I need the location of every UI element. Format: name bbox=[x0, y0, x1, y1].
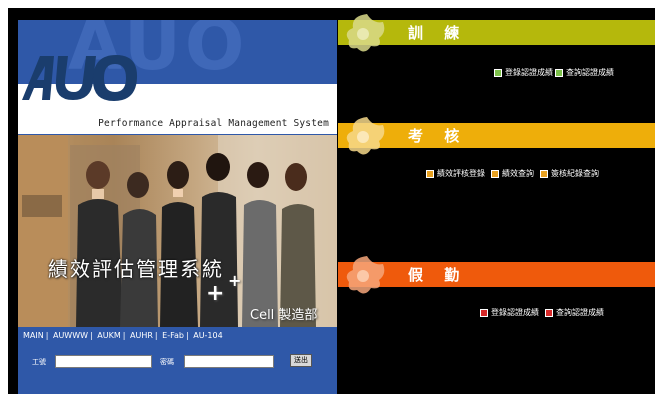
page-frame: AUO Performance Appraisal Management Sys… bbox=[8, 8, 655, 394]
plus-decoration-small: + bbox=[228, 271, 242, 290]
login-form: 工號 密碼 送出 bbox=[18, 354, 337, 375]
link-label: 績效評核登錄 bbox=[437, 169, 485, 178]
hero-department: Cell 製造部 bbox=[250, 308, 318, 323]
link-signoff-record[interactable]: 簽核紀錄查詢 bbox=[540, 168, 599, 179]
link-label: 查詢認證成績 bbox=[566, 68, 614, 77]
hero-photo: 績效評估管理系統 + + Cell 製造部 bbox=[18, 135, 337, 327]
auo-logo bbox=[22, 55, 138, 101]
user-id-input[interactable] bbox=[55, 355, 152, 368]
section-attendance: 假 勤 bbox=[338, 256, 655, 294]
bullet-icon bbox=[480, 308, 488, 317]
appraisal-links: 績效評核登錄 績效查詢 簽核紀錄查詢 bbox=[420, 168, 599, 180]
section-appraisal: 考 核 bbox=[338, 117, 655, 155]
bullet-icon bbox=[494, 68, 502, 77]
link-label: 查詢認證成績 bbox=[556, 308, 604, 317]
link-query-cert[interactable]: 查詢認證成績 bbox=[555, 67, 614, 78]
link-aukm[interactable]: AUKM bbox=[97, 331, 120, 340]
submit-button[interactable]: 送出 bbox=[290, 354, 312, 367]
link-main[interactable]: MAIN bbox=[23, 331, 44, 340]
section-title: 訓 練 bbox=[408, 24, 468, 42]
photo-wall-left bbox=[18, 135, 68, 327]
star-blob-icon bbox=[346, 14, 385, 52]
link-efab[interactable]: E-Fab bbox=[162, 331, 184, 340]
link-auwww[interactable]: AUWWW bbox=[53, 331, 88, 340]
password-input[interactable] bbox=[184, 355, 274, 368]
link-register-cert[interactable]: 登錄認證成績 bbox=[494, 67, 553, 78]
link-label: 登錄認證成績 bbox=[491, 308, 539, 317]
link-separator: | bbox=[185, 331, 189, 340]
link-label: 登錄認證成績 bbox=[505, 68, 553, 77]
left-panel: AUO Performance Appraisal Management Sys… bbox=[18, 20, 337, 394]
bullet-icon bbox=[426, 169, 434, 178]
team-people bbox=[76, 153, 316, 327]
system-subtitle: Performance Appraisal Management System bbox=[98, 118, 329, 129]
section-title: 考 核 bbox=[408, 127, 468, 145]
link-appraisal-query[interactable]: 績效查詢 bbox=[491, 168, 534, 179]
link-separator: | bbox=[45, 331, 49, 340]
link-au104[interactable]: AU-104 bbox=[193, 331, 222, 340]
link-auhr[interactable]: AUHR bbox=[130, 331, 153, 340]
bullet-icon bbox=[540, 169, 548, 178]
star-blob-icon bbox=[346, 256, 385, 294]
bullet-icon bbox=[491, 169, 499, 178]
link-register-cert[interactable]: 登錄認證成績 bbox=[480, 307, 539, 318]
link-separator: | bbox=[154, 331, 158, 340]
link-appraisal-entry[interactable]: 績效評核登錄 bbox=[426, 168, 485, 179]
link-label: 簽核紀錄查詢 bbox=[551, 169, 599, 178]
bullet-icon bbox=[555, 68, 563, 77]
bullet-icon bbox=[545, 308, 553, 317]
quick-links: MAIN | AUWWW | AUKM | AUHR | E-Fab | AU-104 bbox=[23, 331, 223, 340]
star-blob-icon bbox=[346, 117, 385, 155]
attendance-links: 登錄認證成績 查詢認證成績 bbox=[474, 307, 604, 319]
hero-title: 績效評估管理系統 bbox=[48, 257, 224, 281]
section-title: 假 勤 bbox=[408, 266, 468, 284]
user-id-label: 工號 bbox=[32, 358, 46, 366]
password-label: 密碼 bbox=[160, 358, 174, 366]
link-query-cert[interactable]: 查詢認證成績 bbox=[545, 307, 604, 318]
photo-sign bbox=[22, 195, 62, 217]
training-links: 登錄認證成績 查詢認證成績 bbox=[488, 67, 614, 79]
link-label: 績效查詢 bbox=[502, 169, 534, 178]
link-separator: | bbox=[90, 331, 93, 340]
section-training: 訓 練 bbox=[338, 14, 655, 52]
plus-decoration-large: + bbox=[206, 281, 225, 306]
link-separator: | bbox=[122, 331, 126, 340]
